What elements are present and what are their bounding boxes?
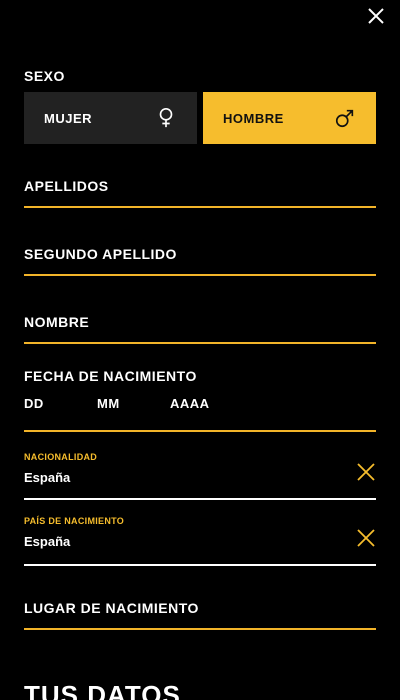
clear-icon xyxy=(357,463,375,481)
male-symbol-icon xyxy=(335,109,354,128)
female-label: MUJER xyxy=(44,110,93,126)
lugar-nacimiento-field[interactable]: LUGAR DE NACIMIENTO xyxy=(24,598,376,630)
clear-icon xyxy=(357,529,375,547)
sexo-label: SEXO xyxy=(24,68,65,84)
male-button[interactable]: HOMBRE xyxy=(203,92,376,144)
apellidos-field[interactable]: APELLIDOS xyxy=(24,176,376,208)
nacionalidad-clear-button[interactable] xyxy=(356,462,376,482)
year-input[interactable]: AAAA xyxy=(170,396,210,411)
gender-selector: MUJER HOMBRE xyxy=(24,92,376,144)
lugar-nacimiento-label: LUGAR DE NACIMIENTO xyxy=(24,600,199,616)
pais-nacimiento-value: España xyxy=(24,534,71,549)
nacionalidad-select[interactable]: NACIONALIDAD España xyxy=(24,452,376,500)
nombre-field[interactable]: NOMBRE xyxy=(24,312,376,344)
female-button[interactable]: MUJER xyxy=(24,92,197,144)
section-title: TUS DATOS xyxy=(24,680,181,700)
date-inputs: DD MM AAAA xyxy=(24,396,210,411)
fecha-nacimiento-field: FECHA DE NACIMIENTO DD MM AAAA xyxy=(24,368,376,432)
nacionalidad-label: NACIONALIDAD xyxy=(24,452,98,462)
male-label: HOMBRE xyxy=(223,110,284,126)
month-input[interactable]: MM xyxy=(97,396,170,411)
segundo-apellido-field[interactable]: SEGUNDO APELLIDO xyxy=(24,244,376,276)
female-symbol-icon xyxy=(159,108,173,128)
segundo-apellido-label: SEGUNDO APELLIDO xyxy=(24,246,177,262)
close-button[interactable] xyxy=(364,4,388,28)
apellidos-label: APELLIDOS xyxy=(24,178,109,194)
pais-nacimiento-select[interactable]: PAÍS DE NACIMIENTO España xyxy=(24,516,376,566)
pais-clear-button[interactable] xyxy=(356,528,376,548)
day-input[interactable]: DD xyxy=(24,396,97,411)
nombre-label: NOMBRE xyxy=(24,314,90,330)
pais-nacimiento-label: PAÍS DE NACIMIENTO xyxy=(24,516,125,526)
fecha-nacimiento-label: FECHA DE NACIMIENTO xyxy=(24,368,197,384)
personal-data-form: SEXO MUJER HOMBRE APELLIDOS SEGUNDO APEL… xyxy=(0,0,400,700)
close-icon xyxy=(368,8,384,24)
nacionalidad-value: España xyxy=(24,470,71,485)
